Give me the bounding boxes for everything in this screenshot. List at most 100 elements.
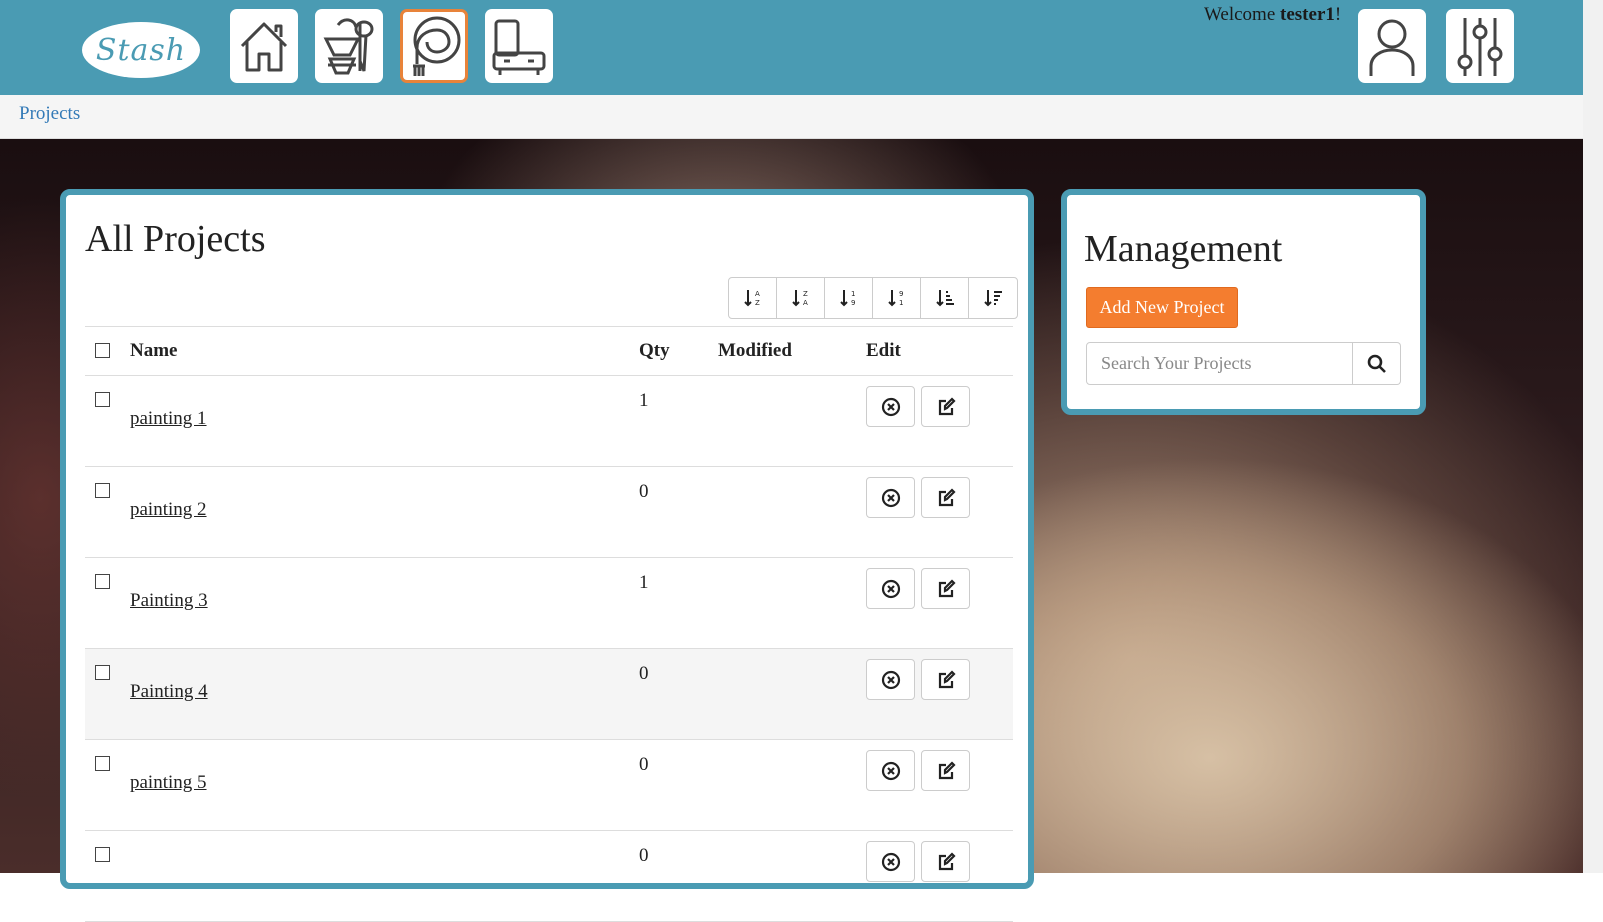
column-header-edit: Edit (866, 326, 1013, 376)
project-modified (718, 648, 866, 740)
settings-button[interactable] (1446, 9, 1514, 83)
row-checkbox[interactable] (95, 756, 110, 771)
profile-button[interactable] (1358, 9, 1426, 83)
edit-button[interactable] (921, 386, 970, 427)
project-modified (718, 830, 866, 922)
svg-text:9: 9 (851, 299, 855, 307)
row-checkbox[interactable] (95, 574, 110, 589)
delete-button[interactable] (866, 386, 915, 427)
sort-amount-asc-button[interactable] (921, 278, 969, 318)
edit-pencil-icon (938, 578, 956, 597)
nav-home[interactable] (230, 9, 298, 83)
sort-numeric-desc-icon: 91 (887, 290, 903, 307)
page-title: All Projects (85, 218, 266, 260)
row-checkbox[interactable] (95, 392, 110, 407)
nav-storage[interactable] (485, 9, 553, 83)
table-row: painting 1 1 (85, 375, 1013, 467)
nav-projects[interactable] (400, 9, 468, 83)
svg-text:A: A (803, 299, 808, 307)
user-profile-icon (1369, 19, 1415, 76)
edit-pencil-icon (938, 396, 956, 415)
edit-pencil-icon (938, 760, 956, 779)
delete-button[interactable] (866, 477, 915, 518)
row-checkbox[interactable] (95, 847, 110, 862)
search-icon (1367, 354, 1386, 373)
welcome-message: Welcome tester1! (1204, 4, 1342, 25)
delete-circle-x-icon (881, 579, 900, 598)
top-navbar: Stash Welcome tester1! (0, 0, 1583, 95)
delete-button[interactable] (866, 659, 915, 700)
management-title: Management (1084, 228, 1283, 270)
nav-supplies[interactable] (315, 9, 383, 83)
edit-button[interactable] (921, 568, 970, 609)
breadcrumb-bar: Projects (0, 95, 1583, 139)
project-modified (718, 375, 866, 467)
column-header-modified[interactable]: Modified (718, 326, 866, 376)
project-qty: 0 (639, 754, 649, 775)
table-row: Painting 3 1 (85, 557, 1013, 649)
all-projects-panel: All Projects AZ ZA 19 91 Name Qty Modifi… (60, 189, 1034, 922)
edit-pencil-icon (938, 669, 956, 688)
svg-text:A: A (755, 290, 760, 298)
table-row: painting 2 0 (85, 466, 1013, 558)
sort-amount-desc-icon (984, 290, 1002, 307)
project-modified (718, 739, 866, 831)
project-modified (718, 466, 866, 558)
row-checkbox[interactable] (95, 665, 110, 680)
sort-numeric-asc-icon: 19 (839, 290, 855, 307)
row-checkbox[interactable] (95, 483, 110, 498)
column-header-name[interactable]: Name (130, 326, 639, 376)
project-qty: 0 (639, 845, 649, 866)
select-all-checkbox[interactable] (95, 342, 110, 358)
delete-button[interactable] (866, 568, 915, 609)
edit-button[interactable] (921, 841, 970, 882)
column-header-qty[interactable]: Qty (639, 326, 718, 376)
project-name-link[interactable]: Painting 4 (130, 681, 639, 703)
sewing-supplies-icon (323, 18, 374, 75)
svg-text:Z: Z (803, 290, 808, 298)
project-qty: 1 (639, 572, 649, 593)
username: tester1 (1280, 4, 1335, 25)
table-header-row: Name Qty Modified Edit (85, 326, 1013, 376)
project-name-link[interactable]: painting 2 (130, 499, 639, 521)
search-button[interactable] (1353, 342, 1401, 385)
project-name-link[interactable]: painting 5 (130, 772, 639, 794)
delete-button[interactable] (866, 750, 915, 791)
sort-numeric-desc-button[interactable]: 91 (873, 278, 921, 318)
sort-alpha-asc-button[interactable]: AZ (729, 278, 777, 318)
project-name-link[interactable]: painting 1 (130, 408, 639, 430)
edit-pencil-icon (938, 851, 956, 870)
project-search (1086, 342, 1401, 385)
table-row: Painting 4 0 (85, 648, 1013, 740)
project-modified (718, 557, 866, 649)
project-qty: 0 (639, 663, 649, 684)
breadcrumb-projects[interactable]: Projects (19, 103, 80, 125)
svg-text:1: 1 (851, 290, 855, 298)
table-row: painting 5 0 (85, 739, 1013, 831)
project-name-link[interactable]: Painting 3 (130, 590, 639, 612)
stash-logo[interactable]: Stash (82, 22, 200, 78)
management-panel: Management Add New Project (1061, 189, 1426, 415)
delete-circle-x-icon (881, 397, 900, 416)
sort-button-group: AZ ZA 19 91 (728, 277, 1018, 319)
search-input[interactable] (1086, 342, 1353, 385)
delete-button[interactable] (866, 841, 915, 882)
project-qty: 1 (639, 390, 649, 411)
edit-button[interactable] (921, 750, 970, 791)
delete-circle-x-icon (881, 852, 900, 871)
delete-circle-x-icon (881, 488, 900, 507)
scrollbar[interactable] (1583, 0, 1603, 873)
edit-button[interactable] (921, 659, 970, 700)
sort-alpha-desc-button[interactable]: ZA (777, 278, 825, 318)
project-qty: 0 (639, 481, 649, 502)
sort-amount-desc-button[interactable] (969, 278, 1017, 318)
delete-circle-x-icon (881, 761, 900, 780)
edit-button[interactable] (921, 477, 970, 518)
delete-circle-x-icon (881, 670, 900, 689)
projects-table: Name Qty Modified Edit painting 1 1 pain… (85, 326, 1013, 922)
edit-pencil-icon (938, 487, 956, 506)
add-new-project-button[interactable]: Add New Project (1086, 287, 1238, 328)
home-icon (240, 22, 288, 72)
svg-text:9: 9 (899, 290, 903, 298)
sort-numeric-asc-button[interactable]: 19 (825, 278, 873, 318)
